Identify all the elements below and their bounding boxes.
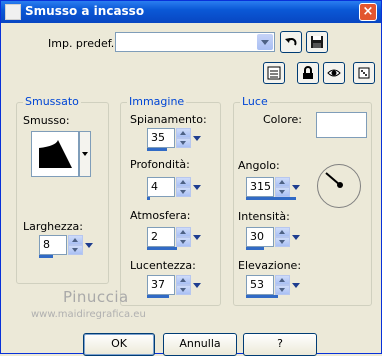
chevron-down-icon[interactable]: [290, 227, 304, 247]
profondita-label: Profondità:: [130, 158, 190, 171]
preset-list-icon: [267, 66, 281, 80]
elevazione-slider-bar[interactable]: [246, 295, 278, 298]
preview-button[interactable]: [323, 62, 345, 84]
group-immagine-title: Immagine: [127, 95, 187, 108]
bevel-shape-dropdown[interactable]: [79, 131, 91, 177]
save-disk-icon: [311, 36, 323, 48]
profondita-input[interactable]: 4: [147, 177, 175, 197]
reset-button[interactable]: [280, 31, 302, 53]
elevazione-input[interactable]: 53: [246, 275, 274, 295]
app-icon: [5, 4, 21, 20]
window-title: Smusso a incasso: [25, 4, 145, 18]
atmosfera-updown[interactable]: [176, 227, 191, 247]
undo-arrow-icon: [285, 38, 297, 46]
title-bar[interactable]: Smusso a incasso ×: [1, 1, 381, 23]
atmosfera-label: Atmosfera:: [130, 209, 191, 222]
chevron-down-icon[interactable]: [290, 275, 304, 295]
intensita-input[interactable]: 30: [246, 227, 274, 247]
chevron-down-icon[interactable]: [191, 128, 205, 148]
spianamento-label: Spianamento:: [130, 113, 207, 126]
randomize-button[interactable]: [353, 62, 375, 84]
spianamento-input[interactable]: 35: [147, 128, 175, 148]
profondita-slider-bar[interactable]: [147, 197, 150, 200]
group-luce-title: Luce: [240, 95, 270, 108]
intensita-spinner[interactable]: 30: [246, 227, 304, 250]
elevazione-label: Elevazione:: [238, 259, 302, 272]
profondita-updown[interactable]: [176, 177, 191, 197]
angle-dial[interactable]: [317, 164, 361, 208]
chevron-down-icon[interactable]: [290, 177, 304, 197]
chevron-down-icon[interactable]: [83, 235, 97, 255]
profondita-spinner[interactable]: 4: [147, 177, 205, 200]
watermark-url: www.maidiregrafica.eu: [31, 309, 146, 320]
larghezza-spinner[interactable]: 8: [39, 235, 97, 258]
close-icon: ×: [362, 4, 374, 19]
lock-button[interactable]: [297, 62, 319, 84]
larghezza-label: Larghezza:: [23, 220, 83, 233]
intensita-label: Intensità:: [238, 210, 290, 223]
larghezza-updown[interactable]: [68, 235, 83, 255]
preset-label: Imp. predef.:: [48, 37, 118, 50]
chevron-down-icon[interactable]: [191, 227, 205, 247]
spianamento-updown[interactable]: [176, 128, 191, 148]
watermark-name: Pinuccia: [63, 288, 129, 306]
close-button[interactable]: ×: [359, 3, 377, 21]
angle-dial-needle-icon: [325, 172, 343, 188]
lock-icon: [303, 66, 313, 79]
larghezza-input[interactable]: 8: [39, 235, 67, 255]
elevazione-spinner[interactable]: 53: [246, 275, 304, 298]
lucentezza-input[interactable]: 37: [147, 275, 175, 295]
intensita-updown[interactable]: [275, 227, 290, 247]
group-smussato-title: Smussato: [23, 95, 81, 108]
light-color-swatch[interactable]: [316, 112, 367, 138]
spianamento-spinner[interactable]: 35: [147, 128, 205, 151]
angolo-input[interactable]: 315: [246, 177, 274, 197]
atmosfera-spinner[interactable]: 2: [147, 227, 205, 250]
colore-label: Colore:: [263, 113, 302, 126]
atmosfera-slider-bar[interactable]: [147, 247, 177, 250]
dialog-window: Smusso a incasso × Imp. predef.: Smussat…: [0, 0, 382, 356]
preset-dropdown[interactable]: [115, 32, 275, 52]
lucentezza-slider-bar[interactable]: [147, 295, 169, 298]
lucentezza-label: Lucentezza:: [130, 259, 196, 272]
help-button[interactable]: ?: [243, 333, 317, 356]
larghezza-slider-bar[interactable]: [39, 255, 53, 258]
save-preset-button[interactable]: [306, 31, 328, 53]
smusso-label: Smusso:: [23, 114, 70, 127]
bevel-shape-icon: [39, 140, 72, 168]
angolo-label: Angolo:: [238, 159, 280, 172]
bevel-shape-preview[interactable]: [31, 131, 79, 177]
lucentezza-spinner[interactable]: 37: [147, 275, 205, 298]
chevron-down-icon[interactable]: [191, 177, 205, 197]
chevron-down-icon[interactable]: [191, 275, 205, 295]
eye-icon: [327, 69, 341, 77]
chevron-down-icon: [82, 152, 88, 156]
lucentezza-updown[interactable]: [176, 275, 191, 295]
angolo-spinner[interactable]: 315: [246, 177, 304, 200]
ok-button[interactable]: OK: [83, 333, 155, 356]
angolo-updown[interactable]: [275, 177, 290, 197]
spianamento-slider-bar[interactable]: [147, 148, 167, 151]
cancel-button[interactable]: Annulla: [163, 333, 237, 356]
elevazione-updown[interactable]: [275, 275, 290, 295]
atmosfera-input[interactable]: 2: [147, 227, 175, 247]
chevron-down-icon[interactable]: [257, 34, 273, 50]
dice-icon: [358, 67, 370, 79]
preset-list-button[interactable]: [263, 62, 285, 84]
angolo-slider-bar[interactable]: [246, 197, 296, 200]
intensita-slider-bar[interactable]: [246, 247, 264, 250]
